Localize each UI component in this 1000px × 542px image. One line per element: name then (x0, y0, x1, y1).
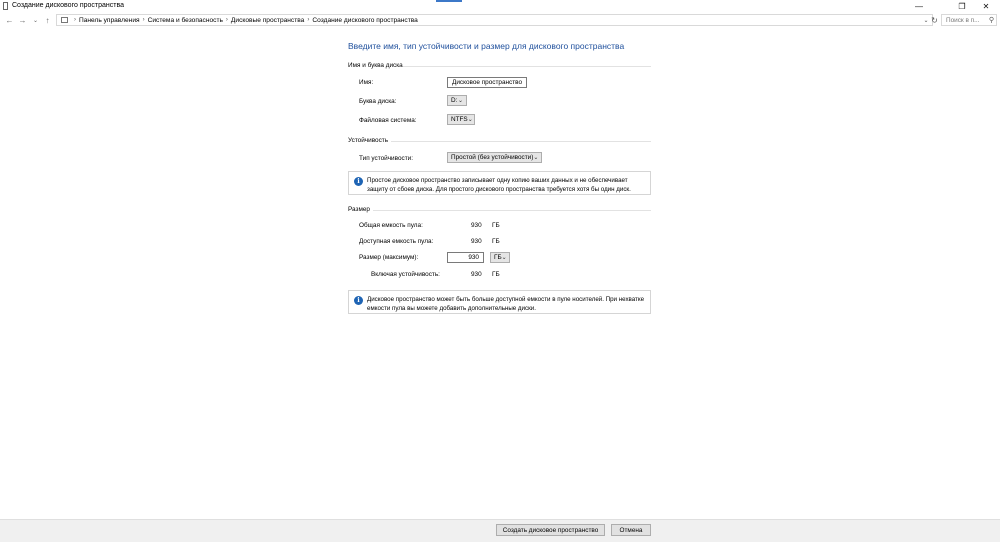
search-placeholder: Поиск в п... (946, 16, 980, 24)
name-field[interactable]: Дисковое пространство (447, 77, 527, 88)
address-bar[interactable]: › Панель управления › Система и безопасн… (56, 14, 933, 26)
including-resiliency-value: 930 (471, 271, 482, 278)
file-system-value: NTFS (451, 116, 468, 123)
minimize-button[interactable]: — (905, 0, 933, 12)
navigation-bar: ← → ⌄ ↑ › Панель управления › Система и … (0, 13, 1000, 27)
available-capacity-unit: ГБ (492, 238, 500, 245)
resiliency-info-text: Простое дисковое пространство записывает… (367, 177, 631, 193)
name-section-rule (403, 66, 651, 67)
resiliency-section-rule (391, 141, 651, 142)
size-unit-select[interactable]: ГБ ⌄ (490, 252, 510, 263)
drive-letter-label: Буква диска: (359, 98, 397, 105)
including-resiliency-label: Включая устойчивость: (371, 271, 440, 278)
close-button[interactable]: ✕ (972, 0, 1000, 12)
file-system-label: Файловая система: (359, 117, 417, 124)
resiliency-type-select[interactable]: Простой (без устойчивости) ⌄ (447, 152, 542, 163)
drive-letter-value: D: (451, 97, 458, 104)
breadcrumb-separator: › (307, 17, 310, 23)
size-section-rule (373, 210, 651, 211)
breadcrumb-storage-spaces[interactable]: Дисковые пространства (231, 17, 304, 24)
name-label: Имя: (359, 79, 374, 86)
up-button[interactable]: ↑ (42, 14, 53, 26)
page-heading: Введите имя, тип устойчивости и размер д… (348, 41, 625, 51)
refresh-icon[interactable]: ↻ (929, 14, 940, 26)
chevron-down-icon: ⌄ (533, 155, 539, 161)
resiliency-section-title: Устойчивость (348, 137, 389, 144)
resiliency-type-value: Простой (без устойчивости) (451, 154, 534, 161)
title-bar: Создание дискового пространства — ❐ ✕ (0, 0, 1000, 13)
breadcrumb-separator: › (142, 17, 145, 23)
size-info-text: Дисковое пространство может быть больше … (367, 296, 645, 312)
window-app-icon (3, 2, 8, 10)
create-space-button[interactable]: Создать дисковое пространство (496, 524, 605, 536)
total-capacity-label: Общая емкость пула: (359, 222, 423, 229)
chevron-down-icon: ⌄ (467, 117, 473, 123)
including-resiliency-unit: ГБ (492, 271, 500, 278)
control-panel-icon (61, 17, 68, 23)
window-title: Создание дискового пространства (12, 2, 124, 9)
cancel-button[interactable]: Отмена (611, 524, 651, 536)
resiliency-info-box: i Простое дисковое пространство записыва… (348, 171, 651, 195)
total-capacity-unit: ГБ (492, 222, 500, 229)
size-label: Размер (максимум): (359, 254, 419, 261)
resiliency-type-label: Тип устойчивости: (359, 155, 413, 162)
name-section-title: Имя и буква диска (348, 62, 403, 69)
chevron-down-icon: ⌄ (501, 255, 507, 261)
available-capacity-label: Доступная емкость пула: (359, 238, 434, 245)
size-unit-value: ГБ (494, 254, 502, 261)
drive-letter-select[interactable]: D: ⌄ (447, 95, 467, 106)
search-icon: ⚲ (988, 17, 994, 24)
breadcrumb-control-panel[interactable]: Панель управления (79, 17, 140, 24)
recent-locations-button[interactable]: ⌄ (30, 14, 41, 26)
search-input[interactable]: Поиск в п... ⚲ (941, 14, 997, 26)
size-field[interactable]: 930 (447, 252, 484, 263)
title-accent (436, 0, 462, 2)
forward-button[interactable]: → (17, 14, 28, 26)
size-info-box: i Дисковое пространство может быть больш… (348, 290, 651, 314)
info-icon: i (354, 296, 363, 305)
back-button[interactable]: ← (4, 14, 15, 26)
file-system-select[interactable]: NTFS ⌄ (447, 114, 475, 125)
total-capacity-value: 930 (471, 222, 482, 229)
breadcrumb-separator: › (74, 17, 76, 23)
breadcrumb-system-security[interactable]: Система и безопасность (148, 17, 223, 24)
size-section-title: Размер (348, 206, 370, 213)
breadcrumb-create-space[interactable]: Создание дискового пространства (312, 17, 418, 24)
available-capacity-value: 930 (471, 238, 482, 245)
chevron-down-icon: ⌄ (457, 98, 463, 104)
breadcrumb-separator: › (225, 17, 228, 23)
info-icon: i (354, 177, 363, 186)
